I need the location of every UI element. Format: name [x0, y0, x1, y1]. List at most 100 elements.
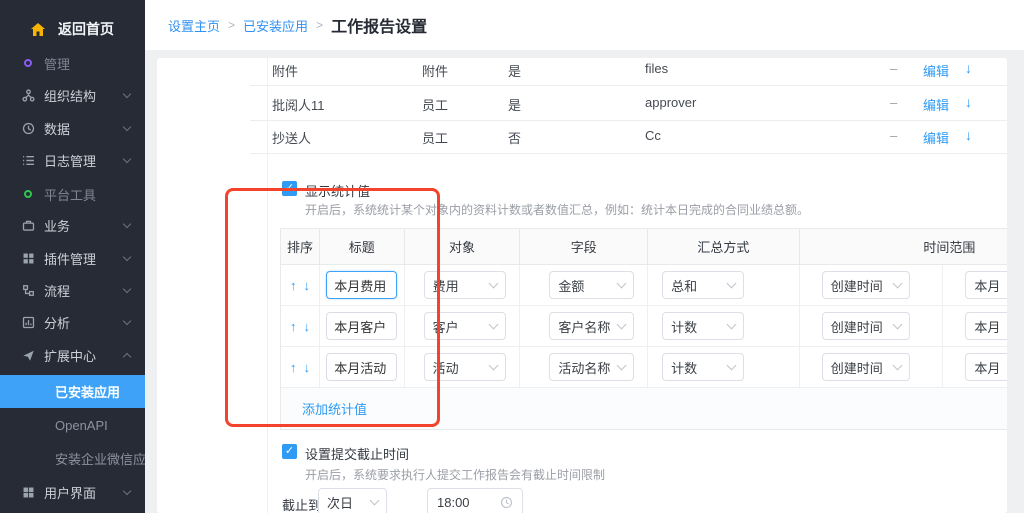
sidebar-item-data[interactable]: 数据	[0, 117, 145, 139]
sidebar-item-analysis[interactable]: 分析	[0, 311, 145, 333]
flow-icon	[22, 284, 35, 297]
dash-placeholder: –	[890, 128, 897, 143]
stat-title-input[interactable]	[326, 312, 397, 340]
stat-title-input[interactable]	[326, 271, 397, 299]
settings-card: 附件 附件 是 files – 编辑 ↓ 批阅人11 员工 是 approver…	[157, 58, 1007, 513]
chevron-down-icon	[123, 284, 131, 292]
object-select[interactable]: 费用	[424, 271, 506, 299]
add-stat-link[interactable]: 添加统计值	[302, 399, 367, 418]
sidebar-item-user-interface[interactable]: 用户界面	[0, 481, 145, 503]
stats-row: ↑ ↓ 客户 客户名称 计数 创建时间 本月	[281, 306, 1007, 347]
sidebar-item-org-structure[interactable]: 组织结构	[0, 84, 145, 106]
chevron-down-icon	[123, 122, 131, 130]
deadline-label: 设置提交截止时间	[305, 444, 409, 463]
object-select[interactable]: 活动	[424, 353, 506, 381]
move-down-icon[interactable]: ↓	[303, 319, 310, 334]
chevron-down-icon	[488, 278, 498, 288]
edit-link[interactable]: 编辑	[923, 61, 949, 80]
header-range: 时间范围	[800, 229, 1007, 264]
home-icon	[30, 22, 46, 37]
sidebar-subitem-installed-apps[interactable]: 已安装应用	[0, 375, 145, 408]
clock-icon	[500, 496, 513, 509]
breadcrumb-link-installed-apps[interactable]: 已安装应用	[243, 16, 308, 35]
field-type: 员工	[422, 95, 448, 114]
sidebar-subitem-install-wechat-app[interactable]: 安装企业微信应用	[0, 447, 145, 469]
breadcrumb-link-settings-home[interactable]: 设置主页	[168, 16, 220, 35]
field-api-name: Cc	[645, 128, 661, 143]
sidebar-subitem-openapi[interactable]: OpenAPI	[0, 414, 145, 436]
time-field-select[interactable]: 创建时间	[822, 312, 910, 340]
sidebar-item-business[interactable]: 业务	[0, 214, 145, 236]
deadline-checkbox[interactable]: ✓	[282, 444, 297, 459]
chevron-down-icon	[892, 319, 902, 329]
edit-link[interactable]: 编辑	[923, 95, 949, 114]
object-select[interactable]: 客户	[424, 312, 506, 340]
move-down-icon[interactable]: ↓	[303, 278, 310, 293]
chevron-down-icon	[123, 154, 131, 162]
deadline-time-input[interactable]: 18:00	[427, 488, 523, 513]
method-select[interactable]: 计数	[662, 353, 744, 381]
move-up-icon[interactable]: ↑	[290, 360, 297, 375]
header-object: 对象	[405, 229, 521, 264]
deadline-description: 开启后，系统要求执行人提交工作报告会有截止时间限制	[305, 466, 605, 483]
move-up-icon[interactable]: ↑	[290, 278, 297, 293]
move-down-icon[interactable]: ↓	[965, 60, 972, 76]
chevron-down-icon	[488, 319, 498, 329]
row-separator	[250, 120, 1007, 121]
field-select[interactable]: 金额	[549, 271, 634, 299]
stat-title-input[interactable]	[326, 353, 397, 381]
clock-icon	[22, 122, 35, 135]
range-select[interactable]: 本月	[965, 312, 1007, 340]
stats-row: ↑ ↓ 活动 活动名称 计数 创建时间 本月	[281, 347, 1007, 388]
chevron-down-icon	[727, 360, 737, 370]
chevron-down-icon	[488, 360, 498, 370]
move-down-icon[interactable]: ↓	[965, 127, 972, 143]
show-stats-label: 显示统计值	[305, 181, 370, 200]
chevron-down-icon	[617, 360, 627, 370]
chevron-down-icon	[370, 495, 380, 505]
time-field-select[interactable]: 创建时间	[822, 353, 910, 381]
show-stats-description: 开启后，系统统计某个对象内的资料计数或者数值汇总，例如：统计本日完成的合同业绩总…	[305, 201, 809, 218]
chart-icon	[22, 316, 35, 329]
breadcrumb-separator: >	[228, 18, 235, 32]
move-down-icon[interactable]: ↓	[303, 360, 310, 375]
header-field: 字段	[520, 229, 648, 264]
header-sort: 排序	[281, 229, 320, 264]
stats-table-header: 排序 标题 对象 字段 汇总方式 时间范围	[281, 229, 1007, 265]
sidebar-item-extension-center[interactable]: 扩展中心	[0, 344, 145, 366]
chevron-down-icon	[123, 219, 131, 227]
sidebar-item-log-management[interactable]: 日志管理	[0, 149, 145, 171]
move-down-icon[interactable]: ↓	[965, 94, 972, 110]
field-required: 是	[508, 61, 521, 80]
rocket-icon	[22, 349, 35, 362]
stats-table: 排序 标题 对象 字段 汇总方式 时间范围 ↑ ↓ 费用 金额 总和 创建时间 …	[280, 228, 1007, 430]
header-title: 标题	[320, 229, 405, 264]
method-select[interactable]: 计数	[662, 312, 744, 340]
dash-placeholder: –	[890, 61, 897, 76]
move-up-icon[interactable]: ↑	[290, 319, 297, 334]
sidebar-home-button[interactable]: 返回首页	[0, 16, 145, 42]
range-select[interactable]: 本月	[965, 271, 1007, 299]
sidebar-section-platform-tools: 平台工具	[0, 183, 145, 205]
briefcase-icon	[22, 219, 35, 232]
chevron-down-icon	[123, 486, 131, 494]
show-stats-checkbox[interactable]: ✓	[282, 181, 297, 196]
chevron-down-icon	[727, 319, 737, 329]
method-select[interactable]: 总和	[662, 271, 744, 299]
field-api-name: approver	[645, 95, 696, 110]
row-separator	[250, 153, 1007, 154]
chevron-down-icon	[123, 89, 131, 97]
field-type: 附件	[422, 61, 448, 80]
deadline-day-select[interactable]: 次日	[318, 488, 387, 513]
deadline-field-label: 截止到	[282, 495, 321, 513]
range-select[interactable]: 本月	[965, 353, 1007, 381]
sidebar-item-plugin-management[interactable]: 插件管理	[0, 247, 145, 269]
field-select[interactable]: 活动名称	[549, 353, 634, 381]
field-name: 抄送人	[272, 128, 311, 147]
edit-link[interactable]: 编辑	[923, 128, 949, 147]
field-select[interactable]: 客户名称	[549, 312, 634, 340]
time-field-select[interactable]: 创建时间	[822, 271, 910, 299]
dash-placeholder: –	[890, 95, 897, 110]
chevron-down-icon	[617, 319, 627, 329]
sidebar-item-workflow[interactable]: 流程	[0, 279, 145, 301]
